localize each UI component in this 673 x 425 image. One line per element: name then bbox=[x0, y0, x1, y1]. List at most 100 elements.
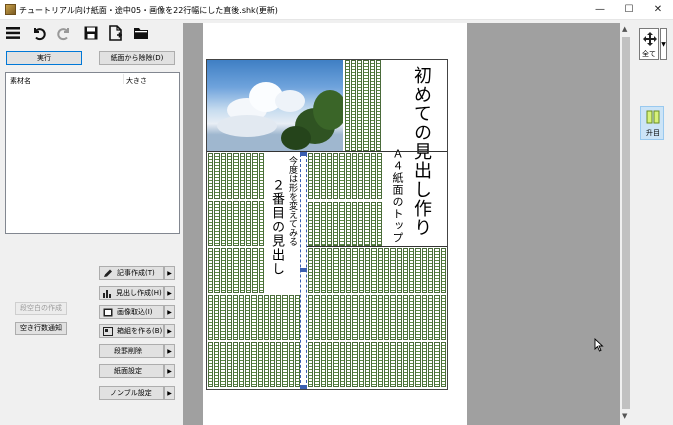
text-column bbox=[351, 153, 357, 199]
text-column bbox=[421, 248, 428, 293]
undo-icon[interactable] bbox=[30, 24, 48, 42]
sub-headline[interactable]: Ａ４紙面のトップ bbox=[390, 148, 404, 244]
resize-handle[interactable] bbox=[300, 152, 307, 156]
image-import-label: 画像取込(I) bbox=[117, 308, 153, 316]
column-header-size[interactable]: 大きさ bbox=[126, 76, 147, 86]
text-column bbox=[220, 248, 227, 293]
text-column bbox=[339, 295, 345, 340]
text-column bbox=[257, 342, 263, 387]
text-column bbox=[246, 153, 252, 199]
nombre-settings-arrow[interactable]: ▶ bbox=[164, 386, 175, 400]
headline-create-label: 見出し作成(H) bbox=[116, 289, 162, 297]
remove-from-page-button[interactable]: 紙面から除除(D) bbox=[99, 51, 175, 65]
text-column bbox=[233, 153, 239, 199]
text-column bbox=[402, 248, 409, 293]
text-column bbox=[434, 248, 440, 293]
article-text-block[interactable] bbox=[308, 248, 446, 293]
blank-count-button[interactable]: 空き行数通知 bbox=[15, 322, 67, 335]
resize-handle[interactable] bbox=[300, 385, 307, 389]
article-text-block[interactable] bbox=[208, 153, 264, 199]
run-button[interactable]: 実行 bbox=[6, 51, 82, 65]
text-column bbox=[327, 342, 333, 387]
scroll-down-icon[interactable]: ▼ bbox=[622, 412, 627, 420]
minimize-button[interactable]: — bbox=[585, 2, 615, 18]
article-text-block[interactable] bbox=[344, 60, 381, 151]
text-column bbox=[369, 60, 375, 151]
column-header-name[interactable]: 素材名 bbox=[10, 76, 31, 86]
text-column bbox=[263, 295, 269, 340]
second-headline-sub[interactable]: 今度は形を変えてみる bbox=[286, 156, 297, 246]
text-column bbox=[346, 248, 352, 293]
text-column bbox=[333, 202, 339, 246]
text-column bbox=[245, 342, 251, 387]
text-column bbox=[339, 248, 345, 293]
text-column bbox=[314, 295, 320, 340]
text-column bbox=[440, 342, 446, 387]
new-file-icon[interactable] bbox=[107, 24, 125, 42]
resize-handle[interactable] bbox=[300, 268, 307, 272]
cloud-shape bbox=[217, 115, 277, 137]
page-settings-label: 紙面設定 bbox=[114, 367, 142, 375]
material-list[interactable]: 素材名 大きさ bbox=[5, 72, 180, 234]
text-column bbox=[346, 295, 352, 340]
article-create-arrow[interactable]: ▶ bbox=[164, 266, 175, 280]
nombre-settings-button[interactable]: ノンブル設定 bbox=[99, 386, 164, 400]
text-column bbox=[233, 201, 239, 246]
second-headline[interactable]: ２番目の見出し bbox=[268, 178, 284, 276]
text-column bbox=[320, 202, 326, 246]
save-icon[interactable] bbox=[82, 24, 100, 42]
folder-icon[interactable] bbox=[132, 24, 150, 42]
article-text-block[interactable] bbox=[308, 202, 382, 246]
article-text-block[interactable] bbox=[208, 248, 264, 293]
article-text-block[interactable] bbox=[207, 342, 300, 387]
text-column bbox=[409, 295, 415, 340]
box-create-arrow[interactable]: ▶ bbox=[164, 324, 175, 338]
headline-create-button[interactable]: 見出し作成(H) bbox=[99, 286, 164, 300]
text-column bbox=[282, 342, 288, 387]
close-button[interactable]: ✕ bbox=[643, 2, 673, 18]
headline-create-arrow[interactable]: ▶ bbox=[164, 286, 175, 300]
all-view-button[interactable]: 全て bbox=[639, 28, 659, 60]
image-icon bbox=[103, 308, 113, 316]
text-column bbox=[363, 60, 369, 151]
text-column bbox=[326, 202, 332, 246]
scroll-thumb[interactable] bbox=[622, 37, 630, 409]
text-column bbox=[258, 201, 264, 246]
page-settings-arrow[interactable]: ▶ bbox=[164, 364, 175, 378]
sky-photo[interactable] bbox=[207, 60, 343, 151]
article-text-block[interactable] bbox=[308, 295, 446, 340]
image-import-button[interactable]: 画像取込(I) bbox=[99, 305, 164, 319]
text-column bbox=[294, 342, 300, 387]
text-column bbox=[276, 295, 282, 340]
grid-view-button[interactable]: 升目 bbox=[640, 106, 664, 140]
text-column bbox=[333, 248, 339, 293]
maximize-button[interactable]: ☐ bbox=[614, 2, 644, 18]
article-text-block[interactable] bbox=[308, 153, 382, 199]
article-text-block[interactable] bbox=[308, 342, 446, 387]
divider-line bbox=[307, 246, 447, 247]
rule-delete-button[interactable]: 段罫削除 bbox=[99, 344, 164, 358]
text-column bbox=[208, 248, 214, 293]
menu-icon[interactable] bbox=[4, 24, 22, 42]
headline-icon bbox=[103, 289, 111, 298]
scroll-up-icon[interactable]: ▲ bbox=[622, 25, 627, 33]
text-column bbox=[258, 248, 264, 293]
article-text-block[interactable] bbox=[207, 295, 300, 340]
text-column bbox=[421, 295, 428, 340]
text-column bbox=[320, 342, 327, 387]
rule-delete-arrow[interactable]: ▶ bbox=[164, 344, 175, 358]
dropdown-arrow-icon[interactable]: ▼ bbox=[660, 28, 667, 60]
page-settings-button[interactable]: 紙面設定 bbox=[99, 364, 164, 378]
text-column bbox=[246, 248, 252, 293]
text-column bbox=[208, 153, 214, 199]
box-create-button[interactable]: 箱組を作る(B) bbox=[99, 324, 164, 338]
image-import-arrow[interactable]: ▶ bbox=[164, 305, 175, 319]
article-create-button[interactable]: 記事作成(T) bbox=[99, 266, 164, 280]
redo-icon[interactable] bbox=[55, 24, 73, 42]
vertical-scrollbar[interactable]: ▲ ▼ bbox=[620, 23, 632, 425]
text-column bbox=[239, 248, 246, 293]
text-column bbox=[252, 153, 258, 199]
blank-create-button[interactable]: 段空白の作成 bbox=[15, 302, 67, 315]
text-column bbox=[370, 153, 376, 199]
article-text-block[interactable] bbox=[208, 201, 264, 246]
